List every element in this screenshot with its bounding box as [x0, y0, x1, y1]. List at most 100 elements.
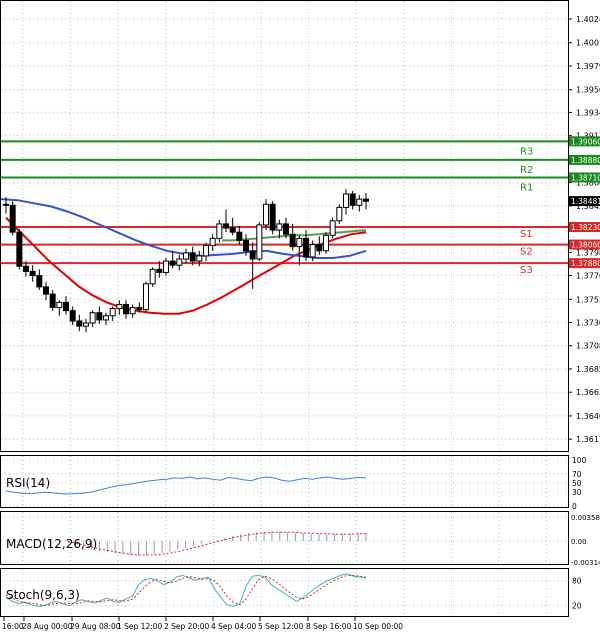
stoch-axis: 80 20 [572, 576, 582, 610]
candle-bearish [29, 270, 36, 277]
candle-bullish [263, 203, 269, 226]
candle-bearish [249, 250, 256, 260]
level-price-label: 1.38710 [571, 173, 600, 182]
level-name-s3: S3 [520, 265, 533, 276]
rsi-label: RSI(14) [6, 476, 50, 490]
price-tick-label: 1.37760 [576, 272, 600, 281]
candle-bullish [276, 223, 283, 231]
level-price-label: 1.37880 [571, 259, 600, 268]
level-name-r1: R1 [520, 182, 533, 193]
candle-bullish [163, 260, 169, 273]
candle-bullish [323, 234, 329, 252]
rsi-tick-label: 70 [572, 470, 582, 479]
candle-bearish [229, 227, 236, 233]
rsi-axis: 100 705030 0 [572, 456, 587, 511]
candle-bearish [303, 237, 309, 258]
stoch-panel: 80 20 Stoch(9,6,3) [0, 568, 582, 617]
candle-bullish [176, 258, 183, 266]
level-price-label: 1.38230 [571, 223, 600, 232]
candle-bearish [223, 223, 229, 229]
candle-bearish [23, 265, 29, 272]
candle-bearish [243, 239, 249, 252]
candle-bearish [269, 203, 276, 231]
candle-bullish [83, 322, 89, 327]
candle-bearish [96, 312, 103, 321]
level-name-r2: R2 [520, 165, 533, 176]
candle-bearish [349, 193, 356, 206]
level-price-label: 1.38880 [571, 156, 600, 165]
candle-bearish [283, 223, 289, 235]
candle-bearish [49, 293, 56, 309]
candle-bullish [209, 237, 216, 247]
candle-bullish [196, 255, 203, 262]
price-tick-label: 1.39560 [576, 86, 600, 95]
time-tick-label: 4 Sep 04:00 [211, 622, 257, 631]
candle-bearish [189, 252, 196, 262]
macd-tick-label: -0.00314 [571, 559, 600, 567]
rsi-tick-label: 100 [572, 456, 587, 465]
level-name-r3: R3 [520, 146, 533, 157]
candle-bearish [156, 268, 163, 273]
price-tick-label: 1.36400 [576, 412, 600, 421]
candle-bullish [103, 315, 109, 321]
candle-bullish [89, 312, 96, 324]
candle-bearish [289, 233, 296, 248]
level-name-s2: S2 [520, 247, 533, 258]
rsi-panel-frame [0, 455, 569, 508]
candle-bearish [236, 231, 243, 241]
price-tick-label: 1.37080 [576, 342, 600, 351]
price-tick-label: 1.40015 [576, 39, 600, 48]
candle-bullish [309, 244, 316, 258]
candle-bullish [203, 245, 209, 257]
price-tick-label: 1.36855 [576, 365, 600, 374]
time-tick-label: 8 Sep 16:00 [306, 622, 352, 631]
candle-bullish [183, 252, 189, 260]
time-axis: 16:0028 Aug 00:0029 Aug 08:001 Sep 12:00… [2, 617, 403, 631]
price-tick-label: 1.36175 [576, 435, 600, 444]
rsi-panel: 100 705030 0 RSI(14) [0, 455, 587, 511]
price-tick-label: 1.39790 [576, 62, 600, 71]
rsi-tick-label: 30 [572, 488, 582, 497]
candle-bearish [36, 275, 43, 288]
candle-bearish [63, 301, 69, 312]
rsi-tick-label: 50 [572, 479, 582, 488]
level-name-s1: S1 [520, 229, 533, 240]
stoch-tick-label: 20 [572, 602, 582, 611]
candle-bearish [69, 310, 76, 322]
level-price-label: 1.39060 [571, 137, 600, 146]
candle-bearish [316, 244, 323, 252]
candle-bullish [109, 308, 116, 317]
candle-bearish [136, 307, 143, 311]
macd-panel: 0.003587 0.00 -0.00314 MACD(12,26,9) [0, 511, 600, 567]
candle-bearish [43, 286, 49, 295]
time-tick-label: 1 Sep 12:00 [117, 622, 163, 631]
time-tick-label: 28 Aug 00:00 [22, 622, 73, 631]
candle-bullish [129, 307, 136, 315]
price-tick-label: 1.40245 [576, 15, 600, 24]
candle-bullish [216, 223, 223, 239]
candle-bearish [123, 303, 129, 315]
candle-bullish [143, 283, 149, 311]
time-tick-label: 10 Sep 00:00 [353, 622, 403, 631]
price-tick-label: 1.39340 [576, 108, 600, 117]
time-tick-label: 16:00 [2, 622, 24, 631]
candle-bullish [336, 206, 343, 222]
last-price-marker: 1.38481 [569, 196, 600, 207]
candle-bullish [116, 303, 123, 310]
price-tick-label: 1.37305 [576, 319, 600, 328]
forex-chart: 1.402451.400151.397901.395601.393401.391… [0, 0, 600, 631]
time-tick-label: 5 Sep 12:00 [258, 622, 304, 631]
time-tick-label: 2 Sep 20:00 [164, 622, 210, 631]
stoch-tick-label: 80 [572, 576, 582, 585]
candle-bearish [169, 260, 176, 266]
level-price-label: 1.38060 [571, 241, 600, 250]
candle-bearish [16, 231, 23, 267]
candle-bearish [9, 204, 16, 233]
macd-axis: 0.003587 0.00 -0.00314 [571, 514, 600, 567]
price-tick-label: 1.37985 [576, 248, 600, 257]
candle-bullish [296, 237, 303, 248]
last-price-label: 1.38481 [571, 197, 600, 206]
macd-tick-label: 0.003587 [571, 514, 600, 522]
rsi-tick-label: 0 [572, 502, 577, 511]
candle-bullish [343, 193, 349, 208]
